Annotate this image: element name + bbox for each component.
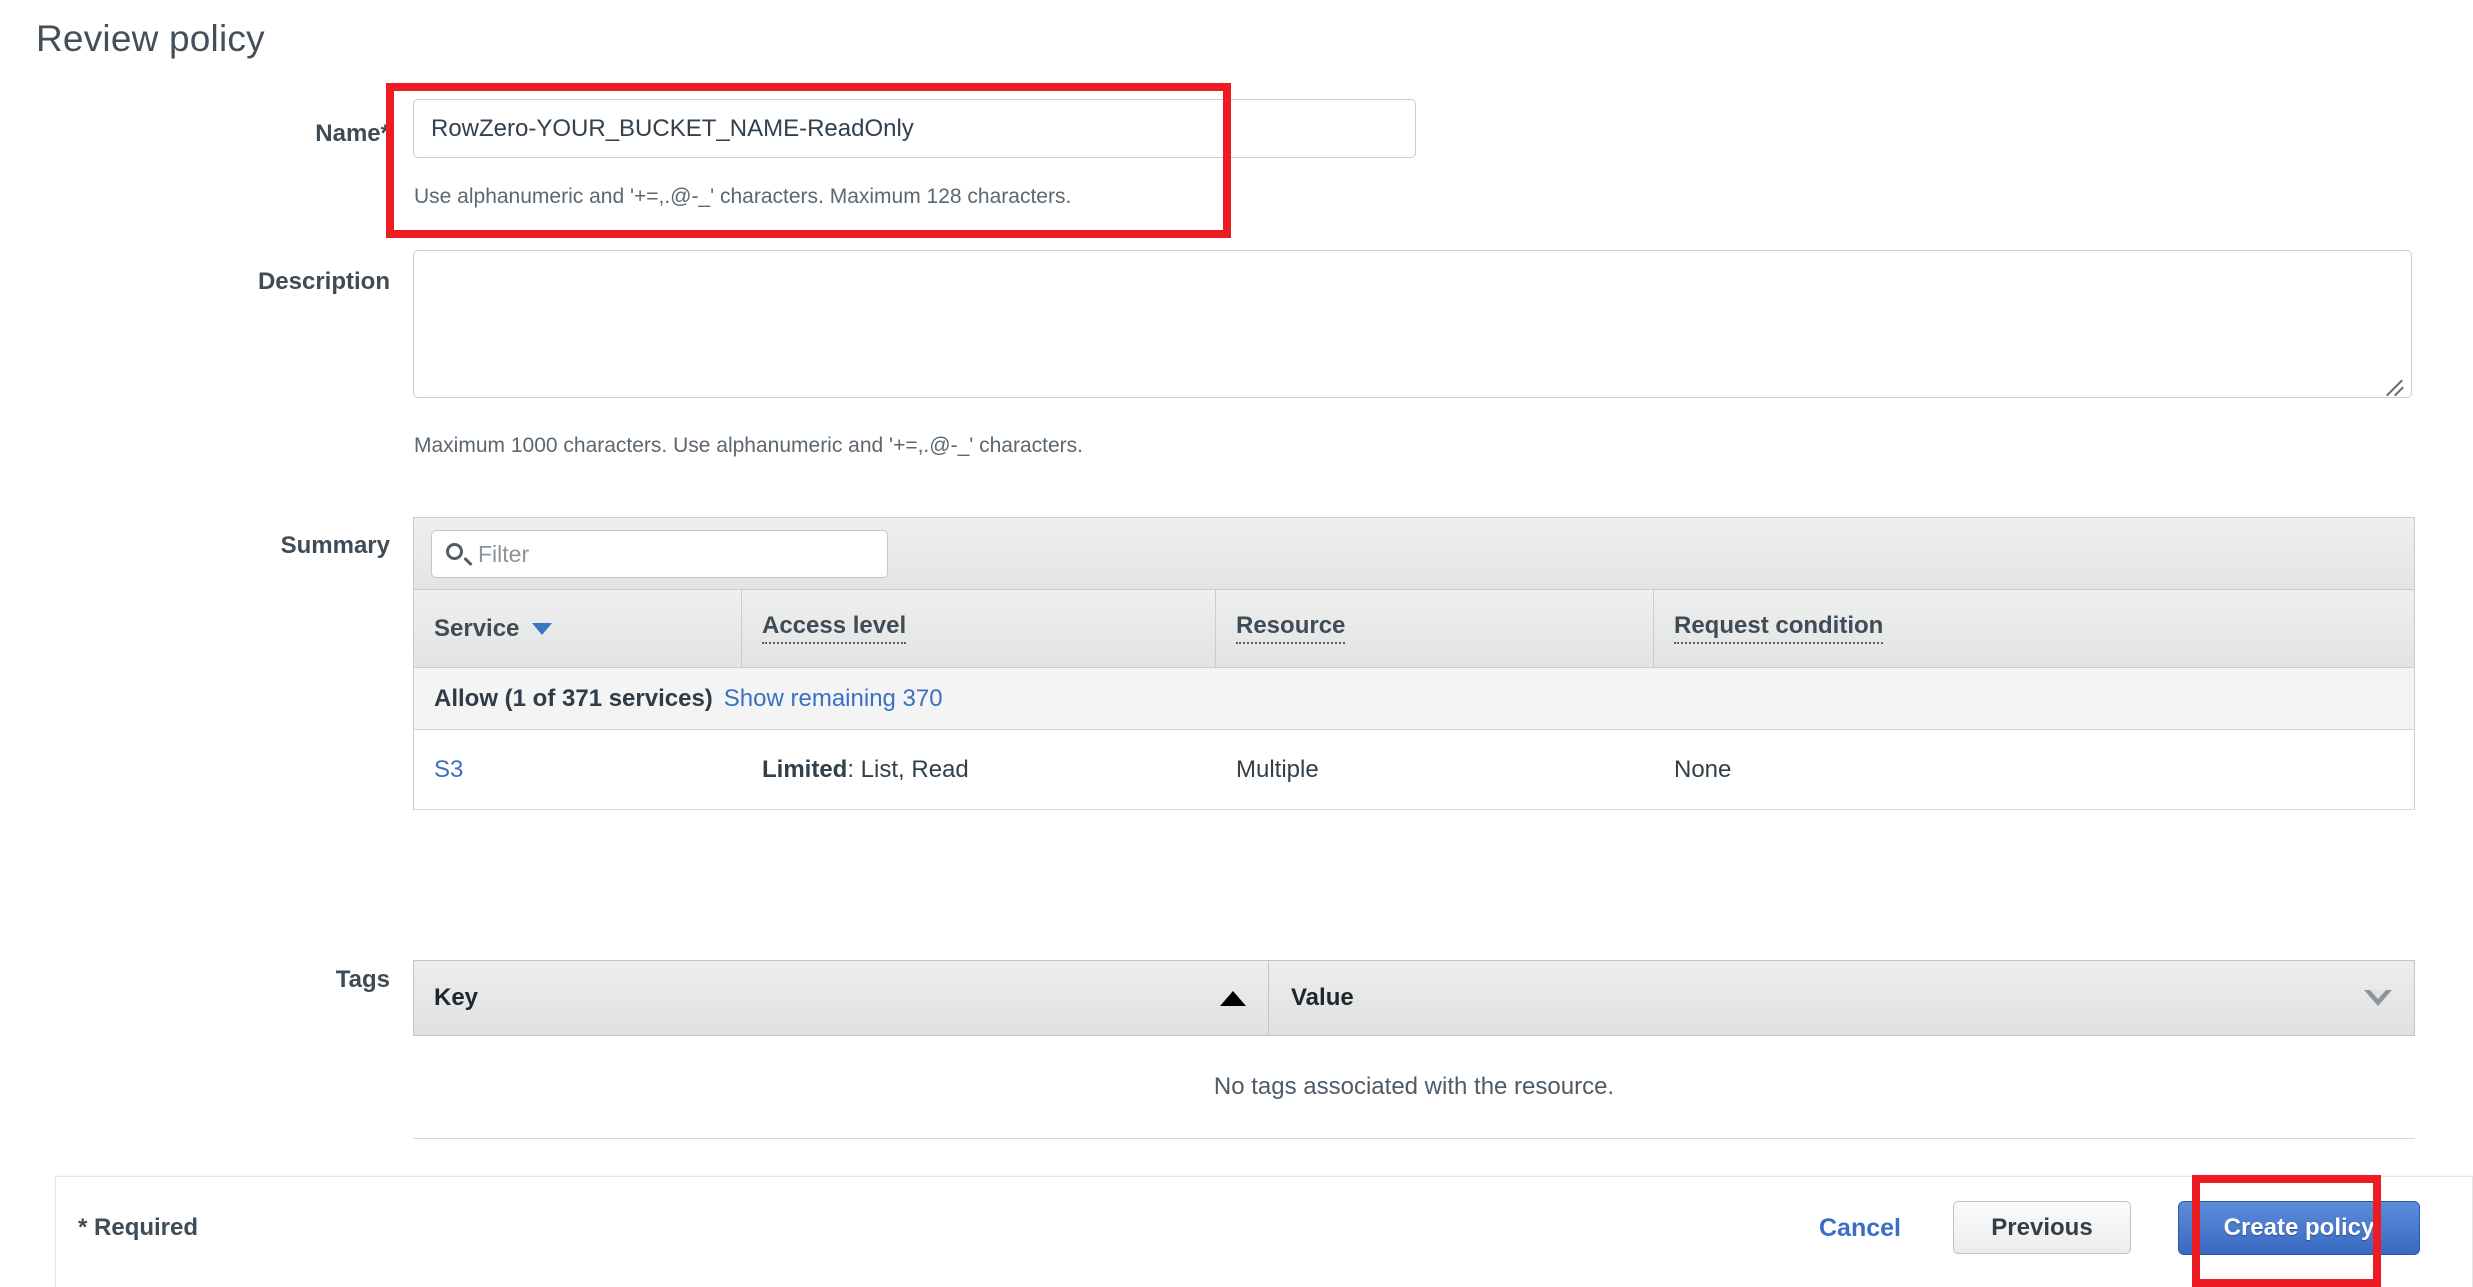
column-header-access-level[interactable]: Access level bbox=[742, 590, 1216, 667]
column-header-resource[interactable]: Resource bbox=[1216, 590, 1654, 667]
column-header-tag-key[interactable]: Key bbox=[414, 961, 1269, 1035]
cell-resource: Multiple bbox=[1236, 755, 1319, 783]
summary-panel: Service Access level Resource Request co… bbox=[413, 517, 2415, 851]
triangle-down-icon[interactable] bbox=[2364, 990, 2392, 1006]
tags-panel: Key Value No tags associated with the re… bbox=[413, 960, 2415, 1140]
tags-empty-message: No tags associated with the resource. bbox=[413, 1036, 2415, 1139]
create-policy-button[interactable]: Create policy bbox=[2178, 1201, 2420, 1255]
search-icon bbox=[446, 543, 463, 560]
column-header-resource-label: Resource bbox=[1236, 613, 1346, 644]
summary-table-header: Service Access level Resource Request co… bbox=[413, 590, 2415, 668]
policy-description-textarea[interactable] bbox=[413, 250, 2412, 398]
summary-group-row-text: Allow (1 of 371 services) bbox=[434, 684, 713, 712]
cell-access-level: Limited: List, Read bbox=[742, 756, 1216, 784]
column-header-request-condition[interactable]: Request condition bbox=[1654, 590, 2414, 667]
description-field-hint: Maximum 1000 characters. Use alphanumeri… bbox=[414, 434, 1083, 457]
footer-action-bar: * Required Cancel Previous Create policy bbox=[55, 1176, 2473, 1287]
policy-name-input[interactable] bbox=[413, 99, 1416, 158]
cancel-button[interactable]: Cancel bbox=[1819, 1214, 1901, 1243]
summary-filter-input[interactable] bbox=[476, 531, 876, 577]
cell-service: S3 bbox=[414, 756, 742, 784]
name-field-label: Name* bbox=[315, 120, 390, 147]
column-header-service[interactable]: Service bbox=[414, 590, 742, 667]
page-title: Review policy bbox=[36, 18, 265, 59]
column-header-tag-value[interactable]: Value bbox=[1269, 961, 2414, 1035]
table-row: S3 Limited: List, Read Multiple None bbox=[413, 730, 2415, 810]
column-header-request-condition-label: Request condition bbox=[1674, 613, 1884, 644]
previous-button[interactable]: Previous bbox=[1953, 1201, 2131, 1254]
tags-table-header: Key Value bbox=[413, 960, 2415, 1036]
cell-request-condition: None bbox=[1674, 755, 1732, 783]
tags-section-label: Tags bbox=[335, 966, 390, 993]
required-note: * Required bbox=[78, 1214, 199, 1241]
summary-filter-bar bbox=[413, 517, 2415, 590]
description-field-label: Description bbox=[257, 268, 390, 295]
column-header-tag-key-label: Key bbox=[434, 984, 479, 1011]
service-link-s3[interactable]: S3 bbox=[434, 756, 463, 783]
summary-section-label: Summary bbox=[280, 532, 390, 559]
cell-access-level-value: : List, Read bbox=[847, 755, 969, 783]
show-remaining-services-link[interactable]: Show remaining 370 bbox=[724, 685, 943, 713]
caret-down-icon[interactable] bbox=[532, 622, 553, 635]
summary-group-row: Allow (1 of 371 services) Show remaining… bbox=[413, 668, 2415, 730]
column-header-access-level-label: Access level bbox=[762, 613, 907, 644]
summary-filter-wrap[interactable] bbox=[431, 530, 888, 578]
column-header-service-label: Service bbox=[434, 614, 520, 642]
cell-access-level-prefix: Limited bbox=[762, 755, 848, 783]
review-policy-page: Review policy Name* Use alphanumeric and… bbox=[0, 0, 2473, 1287]
name-field-hint: Use alphanumeric and '+=,.@-_' character… bbox=[414, 185, 1072, 208]
column-header-tag-value-label: Value bbox=[1291, 984, 1354, 1011]
triangle-up-icon[interactable] bbox=[1220, 990, 1246, 1006]
